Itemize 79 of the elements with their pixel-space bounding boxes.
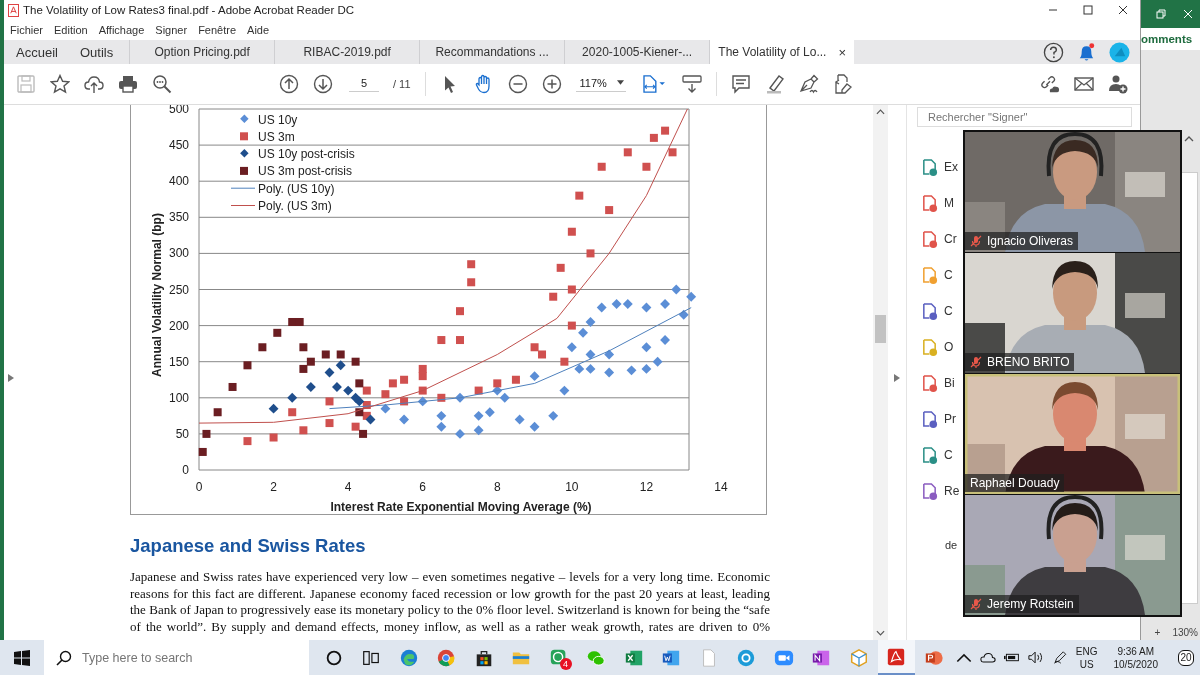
search-field[interactable]: Rechercher "Signer" [917,107,1132,127]
legend-item: Poly. (US 3m) [230,199,332,213]
tab-label: The Volatility of Lo... [718,45,827,59]
legend-label: US 3m [258,129,295,144]
participant-name: BRENO BRITO [987,355,1070,369]
zoom-level: 130% [1172,627,1198,638]
page-number-field[interactable]: 5 [349,76,379,92]
tool-item[interactable]: O [917,329,954,365]
tab-label: 2020-1005-Kiener-... [582,45,693,59]
menu-item[interactable]: Affichage [98,24,145,36]
axis-tick-label: 150 [168,354,189,369]
tool-item[interactable]: Cr [917,221,957,257]
tool-item[interactable]: M [917,185,954,221]
tool-item[interactable]: Ex [917,149,958,185]
legend-label: US 10y post-crisis [258,147,355,162]
tab-close-button[interactable]: × [838,44,846,60]
tool-item[interactable]: Bi [917,365,955,401]
notification-button[interactable]: 20 [1178,649,1194,666]
legend-label: Poly. (US 10y) [258,181,335,196]
tab-label: Recommandations ... [435,45,549,59]
axis-title: Interest Rate Exponential Moving Average (%) [330,500,592,514]
body-paragraph: Japanese and Swiss rates have experienced very low – even sometimes negative – levels for a very long time. Economic reasons for this fact are different. Japanese economy faced recession or low growth for the past 20 years at least, leading the Bank of Japan to progressively ease its monetary policy to the 0% floor level. Switzerland is known for being the “safe of the world”. By supply and demand effects, money inflow, as well as a rather weak growth, rates are driven to 0% [130,569,770,635]
document-tab[interactable]: The Volatility of Lo... × [709,40,855,64]
search-field[interactable]: Type here to search [44,640,309,675]
legend-item: US 3m [240,129,295,144]
tool-item[interactable]: Pr [917,401,956,437]
legend-label: Poly. (US 3m) [258,199,332,213]
nav-tab[interactable]: Outils [67,40,130,64]
legend-item: US 10y [240,112,298,127]
legend-label: US 10y [258,112,298,127]
axis-tick-label: 50 [175,426,189,441]
page-count: / 11 [393,78,411,90]
tool-item[interactable]: C [917,437,953,473]
participant-name: Raphael Douady [970,476,1060,490]
legend-label: US 3m post-crisis [258,164,353,179]
menu-item[interactable]: Fichier [10,24,43,36]
axis-tick-label: 450 [168,138,189,153]
axis-tick-label: 250 [168,282,189,297]
window-title: The Volatility of Low Rates3 final.pdf - Adobe Acrobat Reader DC [23,4,355,16]
tool-item[interactable]: C [917,257,953,293]
tool-item[interactable]: C [917,293,953,329]
menu-item[interactable]: Aide [247,24,270,36]
legend-item: US 3m post-crisis [240,164,352,179]
axis-tick-label: 300 [168,246,189,261]
tab-label: RIBAC-2019.pdf [303,45,391,59]
menu-item[interactable]: Signer [155,24,188,36]
clock-time[interactable]: 9:36 AM [1117,644,1155,658]
axis-tick-label: 8 [493,480,501,494]
participant-name: Ignacio Oliveras [987,234,1074,248]
axis-tick-label: 200 [168,318,189,333]
region-label[interactable]: US [1079,657,1094,671]
clock-date[interactable]: 10/5/2020 [1113,657,1158,671]
legend-item: US 10y post-crisis [240,147,355,162]
axis-tick-label: 500 [168,105,189,116]
zoom-dropdown[interactable]: 117% [575,76,626,92]
zoom-in-button[interactable]: + [1154,627,1161,638]
axis-tick-label: 400 [168,174,189,189]
language-label[interactable]: ENG [1075,644,1098,658]
legend-item: Poly. (US 10y) [230,181,335,196]
axis-title: Annual Volatility Normal (bp) [150,213,164,377]
menu-item[interactable]: Fenêtre [198,24,237,36]
axis-tick-label: 12 [639,480,654,494]
nav-tab[interactable]: Accueil [4,40,68,64]
axis-tick-label: 350 [168,210,189,225]
axis-tick-label: 10 [565,480,579,494]
section-heading: Japanese and Swiss Rates [130,535,367,557]
taskbar-button[interactable]: 4 [540,640,578,675]
axis-tick-label: 2 [270,480,277,494]
axis-tick-label: 6 [419,480,427,494]
menu-item[interactable]: Edition [54,24,88,36]
axis-tick-label: 14 [714,480,728,494]
axis-tick-label: 0 [195,480,203,494]
axis-tick-label: 0 [182,463,189,477]
axis-tick-label: 4 [344,480,352,494]
tab-label: Option Pricing.pdf [154,45,250,59]
participant-name: Jeremy Rotstein [987,597,1074,611]
panel-text: de [945,539,958,551]
tool-item[interactable]: Re [917,473,960,509]
axis-tick-label: 100 [168,390,189,405]
